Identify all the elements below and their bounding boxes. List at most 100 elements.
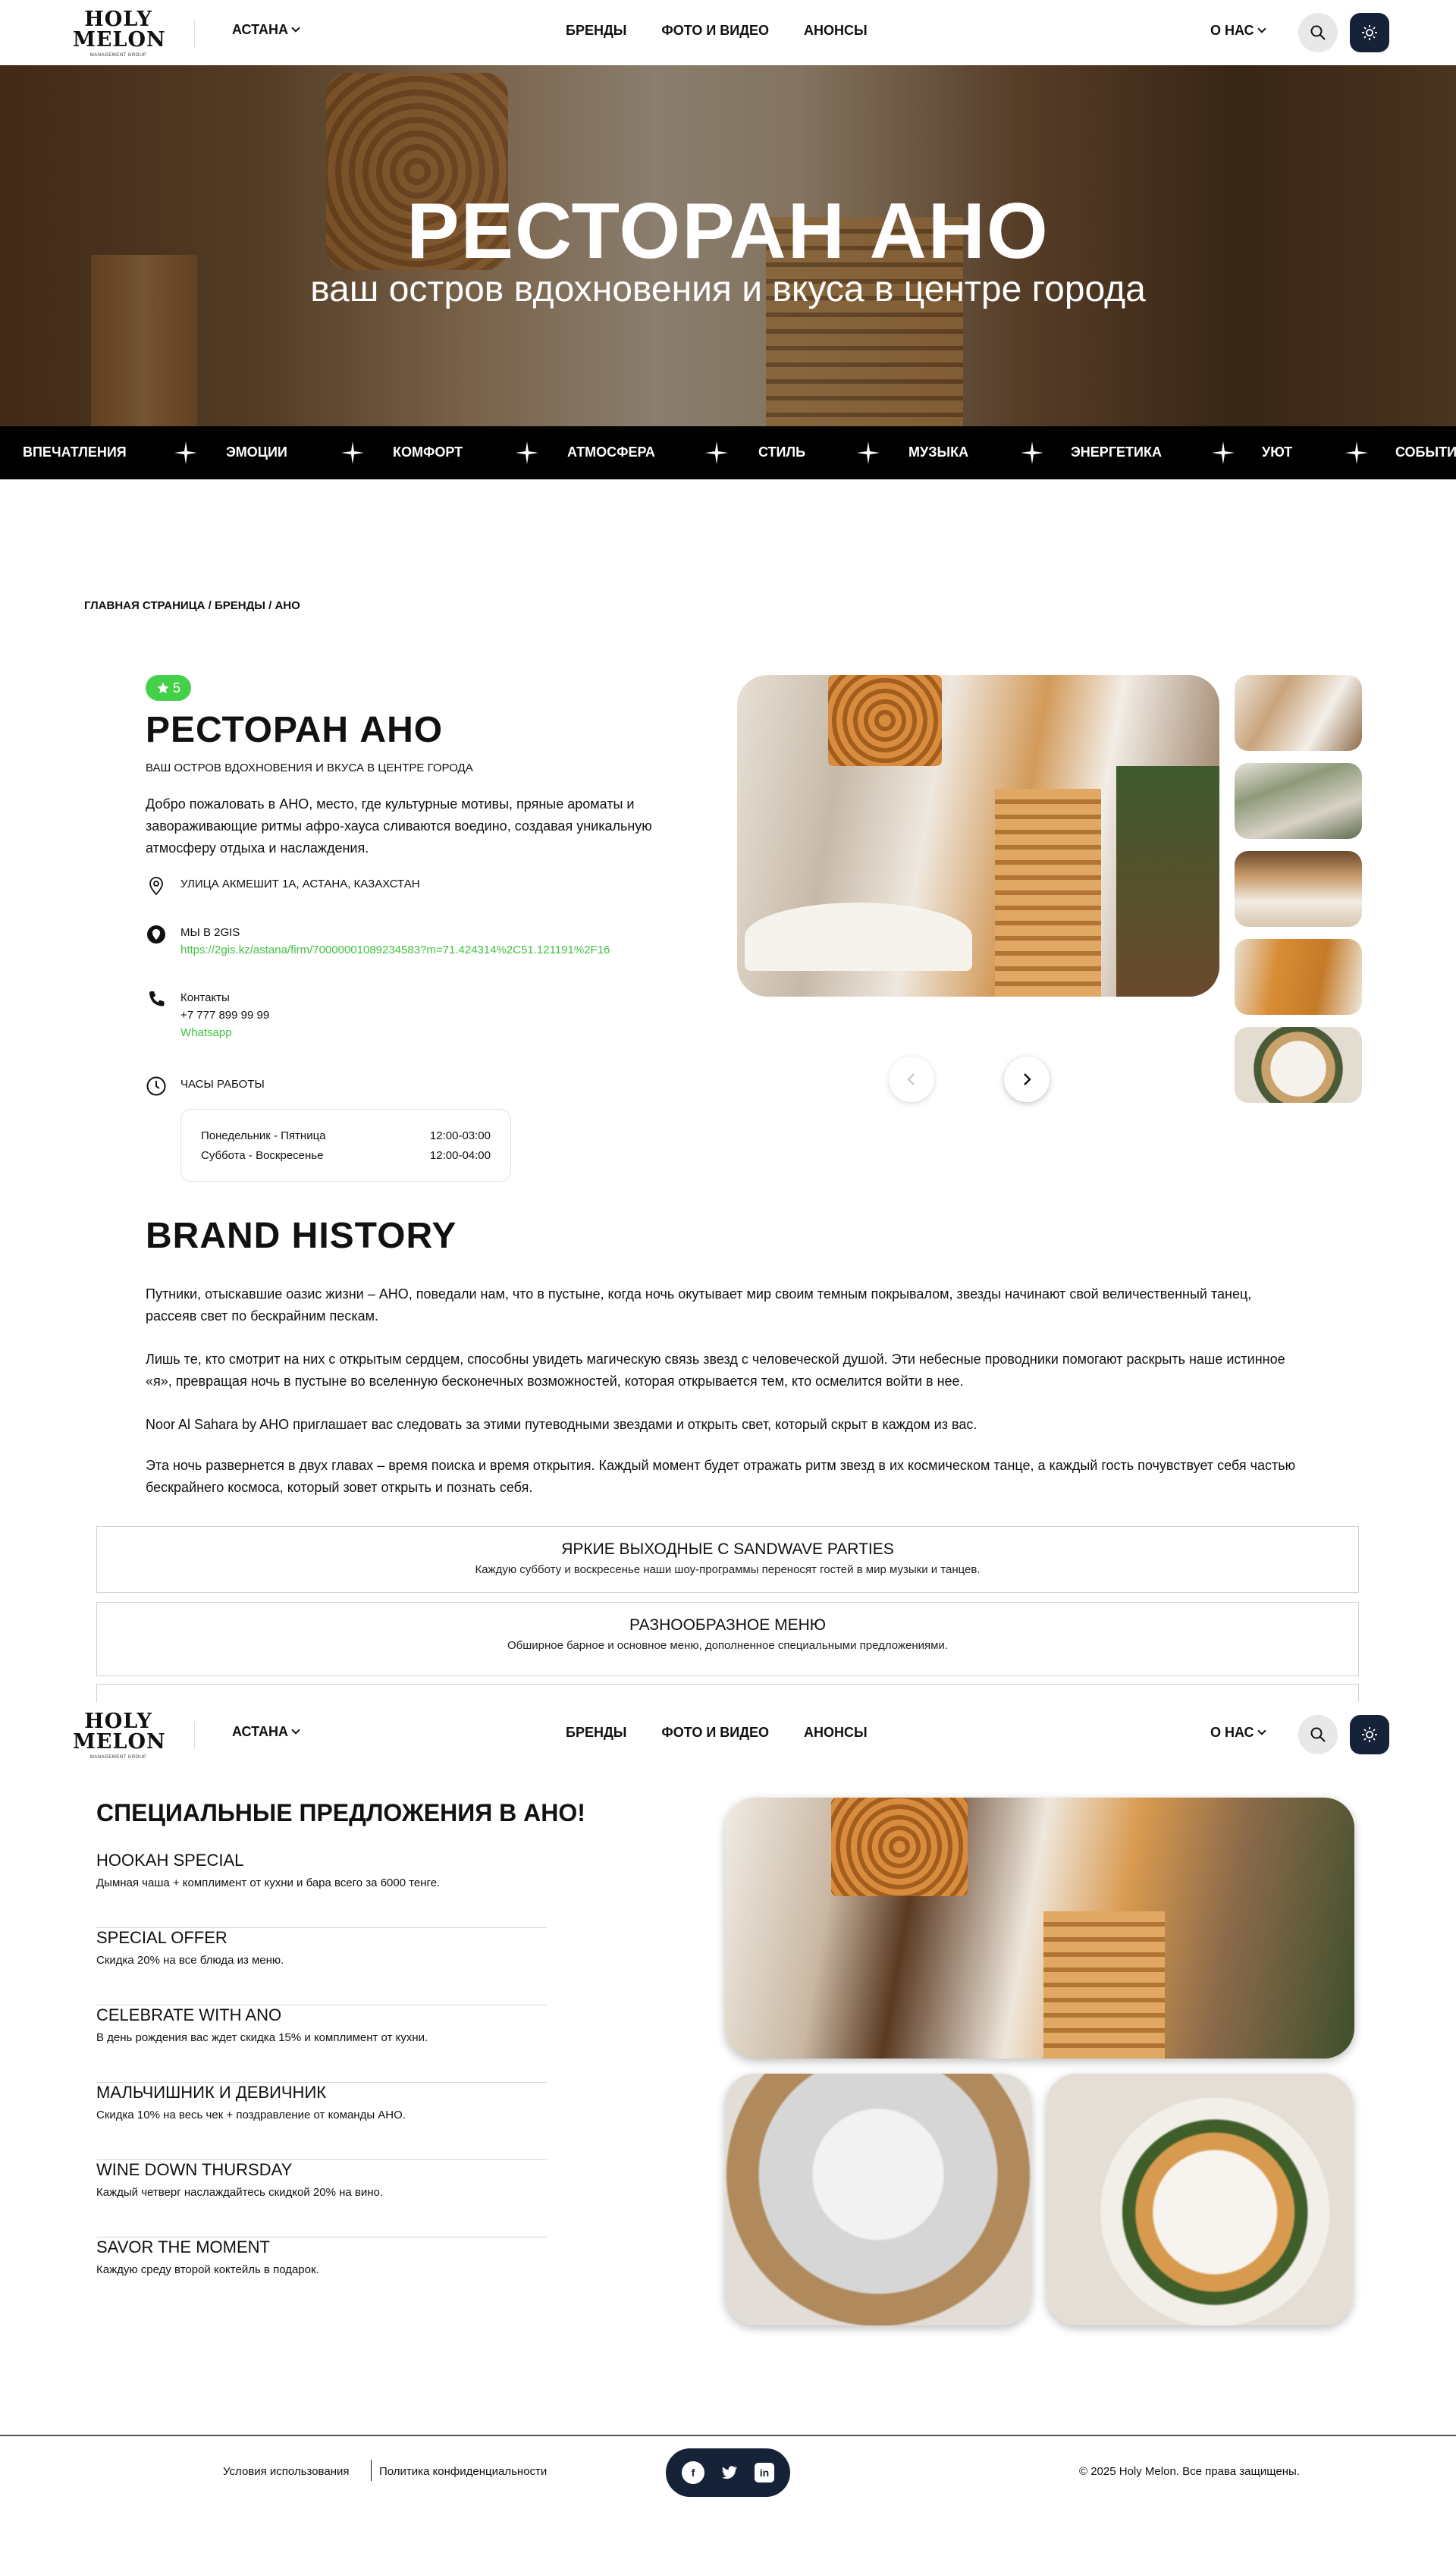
feature-title: РАЗНООБРАЗНОЕ МЕНЮ — [629, 1616, 826, 1634]
about-label: О НАС — [1210, 1725, 1254, 1740]
offers-photo-interior — [725, 1798, 1354, 2059]
terms-link[interactable]: Условия использования — [223, 2465, 350, 2478]
gallery-thumbnail[interactable] — [1235, 851, 1362, 927]
history-paragraph: Путники, отыскавшие оазис жизни – АНО, п… — [146, 1286, 1252, 1324]
sparkle-icon — [1345, 441, 1368, 464]
offer-title: WINE DOWN THURSDAY — [96, 2160, 293, 2179]
theme-toggle-button[interactable] — [1350, 1715, 1389, 1754]
hours-card: Понедельник - Пятница 12:00-03:00 Суббот… — [180, 1109, 511, 1182]
offer-title: SAVOR THE MOMENT — [96, 2238, 270, 2256]
hours-weekend: Суббота - Воскресенье 12:00-04:00 — [201, 1146, 491, 1166]
about-dropdown[interactable]: О НАС — [1210, 1725, 1266, 1741]
linkedin-icon[interactable]: in — [755, 2463, 774, 2482]
sun-icon — [1362, 1727, 1377, 1742]
chevron-down-icon — [1257, 24, 1266, 33]
city-selector[interactable]: АСТАНА — [232, 1724, 300, 1740]
rating-value: 5 — [172, 680, 180, 696]
twitter-icon[interactable] — [718, 2461, 741, 2484]
site-header: HOLY MELON MANAGEMENT GROUP АСТАНА БРЕНД… — [0, 0, 1456, 65]
phone-icon — [149, 991, 165, 1007]
sparkle-icon — [174, 441, 197, 464]
breadcrumb[interactable]: ГЛАВНАЯ СТРАНИЦА / БРЕНДЫ / АНО — [84, 599, 300, 612]
city-label: АСТАНА — [232, 22, 288, 37]
feature-card: РАЗНООБРАЗНОЕ МЕНЮ Обширное барное и осн… — [96, 1602, 1359, 1676]
photo-stairs — [995, 789, 1101, 997]
history-paragraph: Лишь те, кто смотрит на них с открытым с… — [146, 1352, 1285, 1389]
chevron-left-icon — [907, 1073, 915, 1085]
brand-subtitle: ВАШ ОСТРОВ ВДОХНОВЕНИЯ И ВКУСА В ЦЕНТРЕ … — [146, 762, 473, 774]
nav-photo-video[interactable]: ФОТО И ВИДЕО — [661, 23, 769, 39]
photo-plants — [1116, 766, 1219, 997]
sparkle-icon — [1212, 441, 1235, 464]
gallery-main-photo[interactable] — [737, 675, 1219, 997]
logo-text-bottom: MELON — [73, 1730, 166, 1754]
holy-melon-logo[interactable]: HOLY MELON MANAGEMENT GROUP — [73, 9, 165, 58]
nav-photo-video[interactable]: ФОТО И ВИДЕО — [661, 1725, 769, 1741]
sparkle-icon — [1021, 441, 1043, 464]
facebook-icon[interactable]: f — [682, 2461, 704, 2484]
ticker-item: АТМОСФЕРА — [567, 444, 655, 460]
gis-row: МЫ В 2GIS https://2gis.kz/astana/firm/70… — [146, 924, 610, 959]
privacy-link[interactable]: Политика конфиденциальности — [379, 2465, 547, 2478]
nav-announcements[interactable]: АНОНСЫ — [804, 1725, 868, 1741]
offer-item: SAVOR THE MOMENT Каждую среду второй кок… — [96, 2238, 547, 2315]
brand-intro: Добро пожаловать в АНО, место, где культ… — [146, 796, 652, 856]
star-icon — [157, 682, 169, 694]
hours-weekday: Понедельник - Пятница 12:00-03:00 — [201, 1126, 491, 1146]
social-links: f in — [666, 2448, 790, 2497]
hero-banner: РЕСТОРАН АНО ваш остров вдохновения и вк… — [0, 65, 1456, 426]
search-button[interactable] — [1298, 1715, 1338, 1754]
ticker-item: УЮТ — [1262, 444, 1293, 460]
feature-desc: Каждую субботу и воскресенье наши шоу-пр… — [475, 1563, 981, 1576]
offer-desc: В день рождения вас ждет скидка 15% и ко… — [96, 2031, 428, 2044]
gallery-next-button[interactable] — [1004, 1057, 1050, 1102]
ticker-item: СОБЫТИЯ — [1395, 444, 1456, 460]
logo-caption: MANAGEMENT GROUP — [89, 53, 147, 58]
logo-caption: MANAGEMENT GROUP — [89, 1755, 147, 1760]
offer-title: CELEBRATE WITH ANO — [96, 2005, 282, 2024]
offer-desc: Каждый четверг наслаждайтесь скидкой 20%… — [96, 2186, 384, 2199]
feature-card: ЯРКИЕ ВЫХОДНЫЕ С SANDWAVE PARTIES Каждую… — [96, 1526, 1359, 1593]
contacts-row: Контакты +7 777 899 99 99 Whatsapp — [146, 989, 269, 1041]
header-divider — [194, 20, 195, 47]
holy-melon-logo[interactable]: HOLY MELON MANAGEMENT GROUP — [73, 1711, 166, 1760]
whatsapp-link[interactable]: Whatsapp — [180, 1024, 269, 1041]
hours-label: ЧАСЫ РАБОТЫ — [180, 1078, 265, 1091]
search-button[interactable] — [1298, 13, 1338, 52]
offers-title: СПЕЦИАЛЬНЫЕ ПРЕДЛОЖЕНИЯ В АНО! — [96, 1799, 585, 1826]
header-divider — [194, 1722, 195, 1749]
gallery-prev-button[interactable] — [889, 1057, 934, 1102]
phone-number[interactable]: +7 777 899 99 99 — [180, 1007, 269, 1024]
gallery-thumbnail[interactable] — [1235, 763, 1362, 839]
main-nav: БРЕНДЫ ФОТО И ВИДЕО АНОНСЫ — [566, 23, 868, 39]
about-dropdown[interactable]: О НАС — [1210, 23, 1266, 39]
theme-toggle-button[interactable] — [1350, 13, 1389, 52]
offers-photo-glasses — [725, 2074, 1031, 2325]
ticker-item: ЭМОЦИИ — [226, 444, 287, 460]
gallery-thumbnail[interactable] — [1235, 675, 1362, 751]
chevron-down-icon — [291, 24, 300, 33]
gallery-thumbnail[interactable] — [1235, 1027, 1362, 1103]
ticker-item: ЭНЕРГЕТИКА — [1071, 444, 1162, 460]
hours-row: ЧАСЫ РАБОТЫ — [146, 1076, 265, 1097]
footer-divider — [0, 2435, 1456, 2436]
search-icon — [1310, 1727, 1326, 1742]
sparkle-icon — [857, 441, 880, 464]
ticker-item: КОМФОРТ — [393, 444, 463, 460]
footer-link-separator — [371, 2460, 372, 2481]
offer-title: HOOKAH SPECIAL — [96, 1851, 244, 1870]
sun-icon — [1362, 25, 1377, 40]
hero-title: РЕСТОРАН АНО — [406, 187, 1050, 275]
city-selector[interactable]: АСТАНА — [232, 22, 300, 38]
nav-announcements[interactable]: АНОНСЫ — [804, 23, 868, 39]
marquee-ticker: ВПЕЧАТЛЕНИЯ ЭМОЦИИ КОМФОРТ АТМОСФЕРА СТИ… — [0, 426, 1456, 479]
sparkle-icon — [516, 441, 538, 464]
hero-subtitle: ваш остров вдохновения и вкуса в центре … — [310, 269, 1146, 309]
gis-link[interactable]: https://2gis.kz/astana/firm/700000010892… — [180, 941, 610, 959]
nav-brands[interactable]: БРЕНДЫ — [566, 1725, 626, 1741]
gallery-thumbnail[interactable] — [1235, 939, 1362, 1015]
offer-desc: Скидка 10% на весь чек + поздравление от… — [96, 2109, 406, 2121]
photo-wall-art — [831, 1798, 968, 1896]
nav-brands[interactable]: БРЕНДЫ — [566, 23, 626, 39]
ticker-item: ВПЕЧАТЛЕНИЯ — [23, 444, 127, 460]
